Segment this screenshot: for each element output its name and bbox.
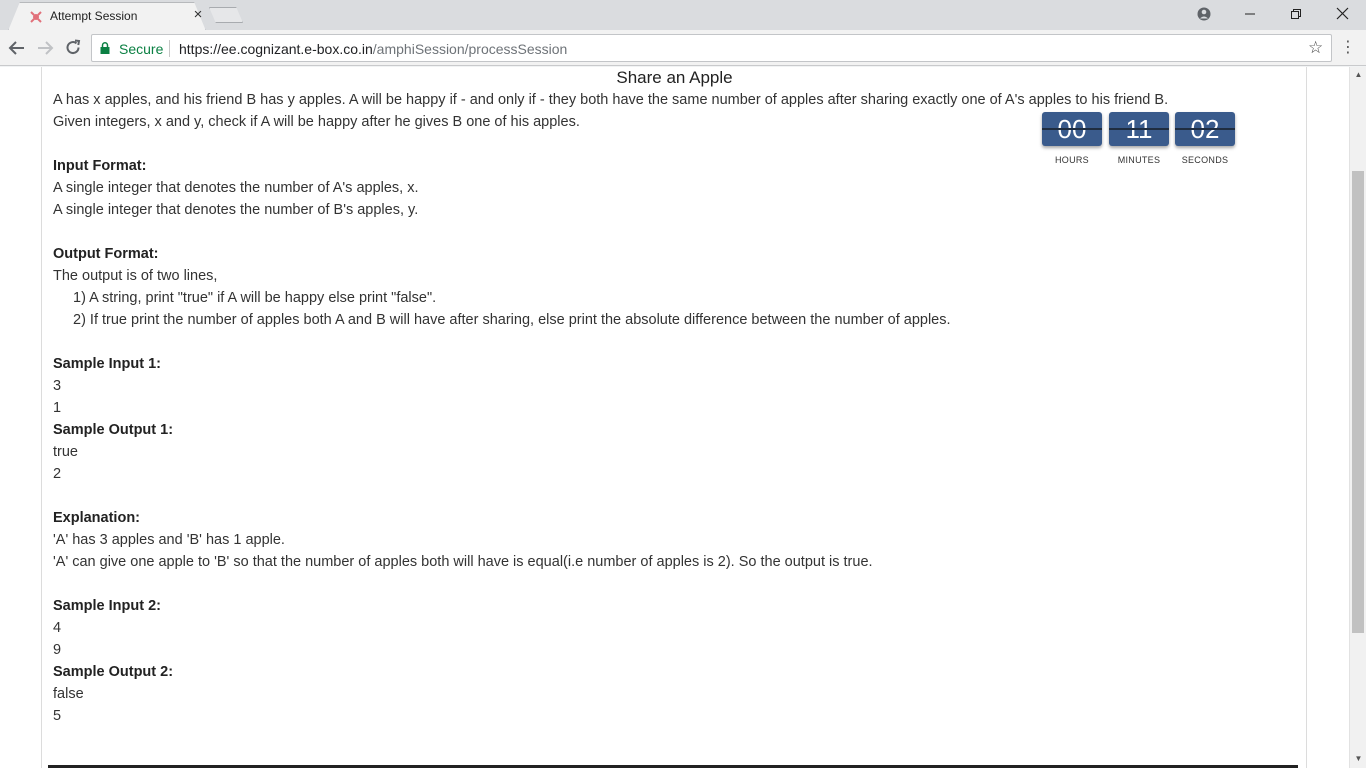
- sample-output-2-heading: Sample Output 2:: [53, 664, 174, 680]
- sample-output-1-line: true: [53, 444, 78, 460]
- close-window-icon[interactable]: [1322, 0, 1362, 28]
- tab-close-icon[interactable]: ×: [191, 7, 205, 23]
- scroll-down-icon[interactable]: ▼: [1350, 751, 1366, 767]
- sample-input-1-line: 1: [53, 400, 62, 416]
- timer-divider: [1042, 128, 1102, 130]
- back-arrow-icon[interactable]: [6, 37, 28, 59]
- problem-statement-line-2: Given integers, x and y, check if A will…: [53, 114, 580, 130]
- page-scrollbar[interactable]: ▲ ▼: [1349, 67, 1366, 768]
- output-format-heading: Output Format:: [53, 246, 159, 262]
- problem-title: Share an Apple: [616, 68, 733, 87]
- scrollbar-thumb[interactable]: [1352, 171, 1364, 633]
- tab-title: Attempt Session: [50, 9, 138, 23]
- bookmark-star-icon[interactable]: ☆: [1308, 38, 1323, 58]
- output-format-line-3: 2) If true print the number of apples bo…: [73, 312, 951, 328]
- browser-menu-icon[interactable]: ⋮: [1340, 38, 1356, 58]
- timer-divider: [1175, 128, 1235, 130]
- explanation-line-2: 'A' can give one apple to 'B' so that th…: [53, 554, 873, 570]
- secure-label: Secure: [119, 41, 164, 57]
- timer-seconds-box: 02: [1175, 112, 1235, 146]
- output-format-line-2: 1) A string, print "true" if A will be h…: [73, 290, 437, 306]
- url-host: https://ee.cognizant.e-box.co.in: [179, 41, 373, 57]
- reload-icon[interactable]: [62, 37, 84, 59]
- url-text[interactable]: https://ee.cognizant.e-box.co.in/amphiSe…: [179, 41, 567, 57]
- scroll-up-icon[interactable]: ▲: [1350, 67, 1366, 83]
- sample-input-1-line: 3: [53, 378, 62, 394]
- sample-output-1-line: 2: [53, 466, 62, 482]
- timer-hours-box: 00: [1042, 112, 1102, 146]
- timer-minutes-label: MINUTES: [1117, 155, 1161, 165]
- site-favicon-icon: [30, 11, 42, 23]
- lock-icon: [100, 42, 110, 54]
- problem-statement-line-1: A has x apples, and his friend B has y a…: [53, 92, 1169, 108]
- forward-arrow-icon[interactable]: [34, 37, 56, 59]
- timer-hours-label: HOURS: [1054, 155, 1089, 165]
- new-tab-button[interactable]: [209, 7, 243, 23]
- explanation-line-1: 'A' has 3 apples and 'B' has 1 apple.: [53, 532, 285, 548]
- url-path: /amphiSession/processSession: [372, 41, 568, 57]
- sample-input-1-heading: Sample Input 1:: [53, 356, 161, 372]
- browser-toolbar: Secure https://ee.cognizant.e-box.co.in/…: [0, 30, 1366, 66]
- sample-output-1-heading: Sample Output 1:: [53, 422, 174, 438]
- output-format-line-1: The output is of two lines,: [53, 268, 218, 284]
- input-format-line-2: A single integer that denotes the number…: [53, 202, 419, 218]
- explanation-heading: Explanation:: [53, 510, 141, 526]
- sample-output-2-line: 5: [53, 708, 62, 724]
- page-content: Share an Apple A has x apples, and his f…: [0, 67, 1349, 768]
- input-format-line-1: A single integer that denotes the number…: [53, 180, 419, 196]
- sample-output-2-line: false: [53, 686, 84, 702]
- sample-input-2-line: 9: [53, 642, 62, 658]
- timer-seconds-label: SECONDS: [1181, 155, 1229, 165]
- problem-panel: [41, 67, 1307, 768]
- input-format-heading: Input Format:: [53, 158, 147, 174]
- sample-input-2-line: 4: [53, 620, 62, 636]
- address-bar[interactable]: Secure https://ee.cognizant.e-box.co.in/…: [91, 34, 1332, 62]
- address-separator: [169, 40, 170, 57]
- profile-icon[interactable]: [1184, 0, 1224, 28]
- timer-divider: [1109, 128, 1169, 130]
- timer-minutes-box: 11: [1109, 112, 1169, 146]
- sample-input-2-heading: Sample Input 2:: [53, 598, 161, 614]
- restore-icon[interactable]: [1276, 0, 1316, 28]
- minimize-icon[interactable]: [1230, 0, 1270, 28]
- browser-tab-content[interactable]: Attempt Session ×: [8, 2, 206, 30]
- tab-strip: Attempt Session ×: [0, 0, 1366, 30]
